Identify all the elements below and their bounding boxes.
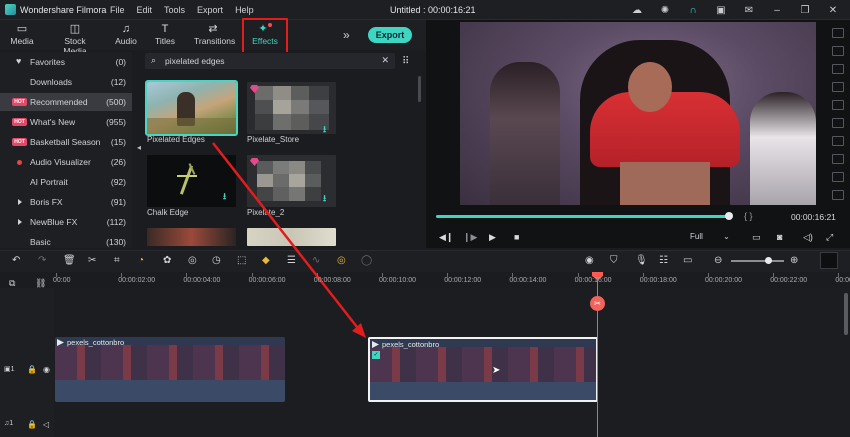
ruler-tick-label: 00:00:04:00 xyxy=(183,277,221,284)
ruler-tick-label: 00:00 xyxy=(53,277,71,284)
ruler-tick-label: 00:00:22:00 xyxy=(770,277,808,284)
ruler-tick-label: 00:00:06:00 xyxy=(248,277,286,284)
ruler-tick-label: 00:00:18:00 xyxy=(639,277,677,284)
ruler-tick-label: 00:00:24:00 xyxy=(835,277,850,284)
ruler-tick-label: 00:00:12:00 xyxy=(444,277,482,284)
annotation-arrow xyxy=(212,142,366,338)
ruler-tick-label: 00:00:10:00 xyxy=(379,277,416,284)
ruler-tick-label: 00:00:16:00 xyxy=(574,277,612,284)
ruler-tick-label: 00:00:08:00 xyxy=(313,277,351,284)
ruler-tick-label: 00:00:02:00 xyxy=(118,277,156,284)
ruler-tick-label: 00:00:14:00 xyxy=(509,277,547,284)
ruler-tick-label: 00:00:20:00 xyxy=(705,277,742,284)
